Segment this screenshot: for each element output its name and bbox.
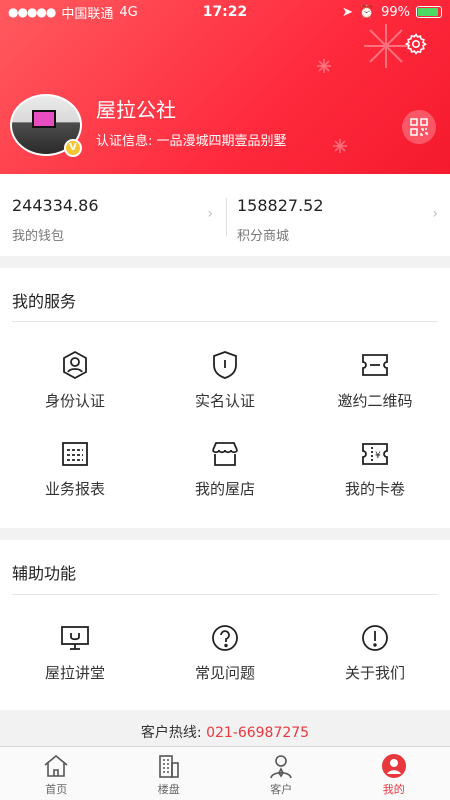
points-balance: 158827.52 [237,196,324,215]
service-business-report[interactable]: 业务报表 [0,440,150,499]
bottom-tab-bar: 首页 楼盘 客户 我的 [0,746,450,800]
qr-code-button[interactable] [402,110,436,144]
tab-properties[interactable]: 楼盘 [113,747,226,800]
cert-value: 一品漫城四期壹品别墅 [156,134,287,149]
wallet-balance: 244334.86 [12,196,99,215]
tab-label: 我的 [382,783,405,796]
tab-label: 首页 [45,783,68,796]
tab-mine[interactable]: 我的 [338,747,450,800]
shield-icon [213,351,237,379]
balance-row: 244334.86 我的钱包 › 158827.52 积分商城 › [0,174,450,256]
hotline-number[interactable]: 021-66987275 [206,725,309,741]
service-label: 业务报表 [44,480,105,498]
service-label: 身份认证 [44,392,105,410]
section-title: 辅助功能 [12,564,77,583]
aux-label: 屋拉讲堂 [44,664,105,682]
chevron-right-icon: › [432,206,438,222]
star-decoration-icon [333,139,347,153]
home-icon [44,754,68,777]
my-services-section: 我的服务 身份认证 实名认证 邀约二维码 业务报表 我的屋店 ¥ 我的卡卷 [0,268,450,528]
client-icon [270,755,293,779]
snowflake-decoration-icon [364,24,408,68]
aux-wula-lecture[interactable]: 屋拉讲堂 [0,624,150,683]
ticket-icon [362,354,388,376]
chevron-right-icon: › [207,206,213,222]
signal-strength: ●●●●● [8,5,56,19]
settings-gear-icon[interactable] [404,32,428,56]
cert-label: 认证信息: [96,134,153,149]
coupon-icon: ¥ [362,443,388,465]
points-mall-entry[interactable]: 158827.52 积分商城 › [225,174,450,256]
service-label: 实名认证 [194,392,255,410]
tab-clients[interactable]: 客户 [225,747,338,800]
aux-faq[interactable]: 常见问题 [150,624,300,683]
network-type: 4G [119,4,138,20]
tab-label: 楼盘 [157,783,180,796]
carrier-name: 中国联通 [61,6,114,22]
exclamation-icon [362,625,388,651]
report-icon [62,442,88,466]
verified-badge: V [64,139,82,157]
aux-label: 常见问题 [194,664,255,682]
star-decoration-icon [317,59,331,73]
divider [226,198,227,236]
service-label: 邀约二维码 [337,392,413,410]
building-icon [158,755,179,778]
service-my-store[interactable]: 我的屋店 [150,440,300,499]
customer-hotline: 客户热线: 021-66987275 [0,722,450,748]
profile-header: V 屋拉公社 认证信息: 一品漫城四期壹品别墅 [0,0,450,174]
location-icon: ➤ [342,4,353,20]
certification-info: 认证信息: 一品漫城四期壹品别墅 [96,130,287,149]
qr-code-icon [410,118,428,136]
alarm-icon: ⏰ [358,4,376,20]
service-label: 我的卡卷 [344,480,405,498]
service-realname-auth[interactable]: 实名认证 [150,350,300,411]
section-title: 我的服务 [12,292,77,311]
service-identity-auth[interactable]: 身份认证 [0,350,150,411]
avatar-photo [32,110,56,128]
service-label: 我的屋店 [194,480,255,498]
aux-label: 关于我们 [344,664,405,682]
wallet-label: 我的钱包 [12,229,65,244]
points-label: 积分商城 [237,229,290,244]
tab-home[interactable]: 首页 [0,747,113,800]
user-icon [381,754,406,778]
user-name: 屋拉公社 [96,98,176,122]
wallet-entry[interactable]: 244334.86 我的钱包 › [0,174,225,256]
svg-text:¥: ¥ [375,451,381,461]
divider [12,594,438,595]
hotline-label: 客户热线: [140,725,202,741]
service-my-coupons[interactable]: ¥ 我的卡卷 [300,440,450,499]
battery-percent: 99% [381,4,410,20]
battery-icon [416,6,442,18]
monitor-icon [61,626,89,650]
tab-label: 客户 [270,783,293,796]
question-icon [212,625,238,651]
status-bar: ●●●●● 中国联通 4G 17:22 ➤ ⏰ 99% [0,0,450,24]
aux-about-us[interactable]: 关于我们 [300,624,450,683]
divider [12,321,438,322]
service-invite-qrcode[interactable]: 邀约二维码 [300,350,450,411]
aux-functions-section: 辅助功能 屋拉讲堂 常见问题 关于我们 [0,540,450,710]
identity-icon [63,350,87,380]
store-icon [212,442,238,466]
